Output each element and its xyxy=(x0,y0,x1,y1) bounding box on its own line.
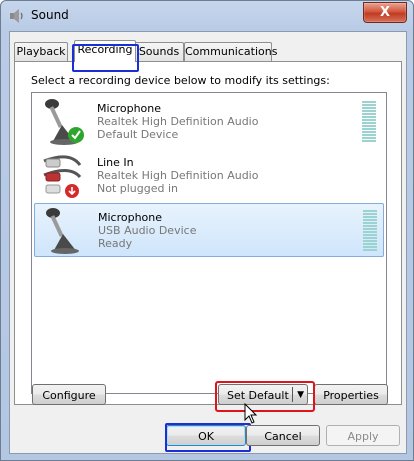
tab-sounds[interactable]: Sounds xyxy=(134,42,184,61)
tab-communications[interactable]: Communications xyxy=(184,42,277,61)
tab-playback[interactable]: Playback xyxy=(14,42,68,61)
device-status: Not plugged in xyxy=(97,182,179,195)
device-item-microphone-usb[interactable]: Microphone USB Audio Device Ready xyxy=(34,203,384,257)
sound-dialog-window: Sound X Playback Recording Sounds Commun… xyxy=(0,0,414,461)
dialog-client-area: Playback Recording Sounds Communications… xyxy=(9,31,407,454)
apply-button[interactable]: Apply xyxy=(326,425,400,446)
device-driver: Realtek High Definition Audio xyxy=(97,115,259,128)
cancel-button[interactable]: Cancel xyxy=(246,425,320,446)
level-meter xyxy=(363,210,377,252)
device-driver: USB Audio Device xyxy=(98,224,197,237)
device-item-microphone-realtek[interactable]: Microphone Realtek High Definition Audio… xyxy=(34,95,382,147)
ok-button-highlight xyxy=(165,423,251,452)
window-title: Sound xyxy=(31,8,69,22)
mouse-pointer-icon xyxy=(244,403,258,424)
device-status: Ready xyxy=(98,237,133,250)
device-driver: Realtek High Definition Audio xyxy=(97,169,259,182)
device-name: Microphone xyxy=(98,211,163,224)
microphone-icon xyxy=(45,99,84,145)
recording-panel: Select a recording device below to modif… xyxy=(14,61,402,405)
close-icon: X xyxy=(379,5,391,20)
device-name: Line In xyxy=(97,156,134,169)
device-status: Default Device xyxy=(97,128,179,141)
configure-button[interactable]: Configure xyxy=(32,384,106,405)
level-meter xyxy=(362,101,376,143)
instruction-text: Select a recording device below to modif… xyxy=(31,74,330,87)
speaker-icon xyxy=(10,9,23,23)
device-list[interactable]: Microphone Realtek High Definition Audio… xyxy=(31,92,387,394)
line-in-jack-icon xyxy=(43,155,82,198)
title-bar[interactable]: Sound X xyxy=(1,1,413,31)
close-button[interactable]: X xyxy=(363,2,407,23)
recording-tab-highlight xyxy=(72,44,139,72)
properties-button[interactable]: Properties xyxy=(314,384,388,405)
set-default-highlight xyxy=(215,381,315,412)
device-item-line-in[interactable]: Line In Realtek High Definition Audio No… xyxy=(34,149,382,201)
device-name: Microphone xyxy=(97,102,162,115)
microphone-icon xyxy=(46,208,79,254)
